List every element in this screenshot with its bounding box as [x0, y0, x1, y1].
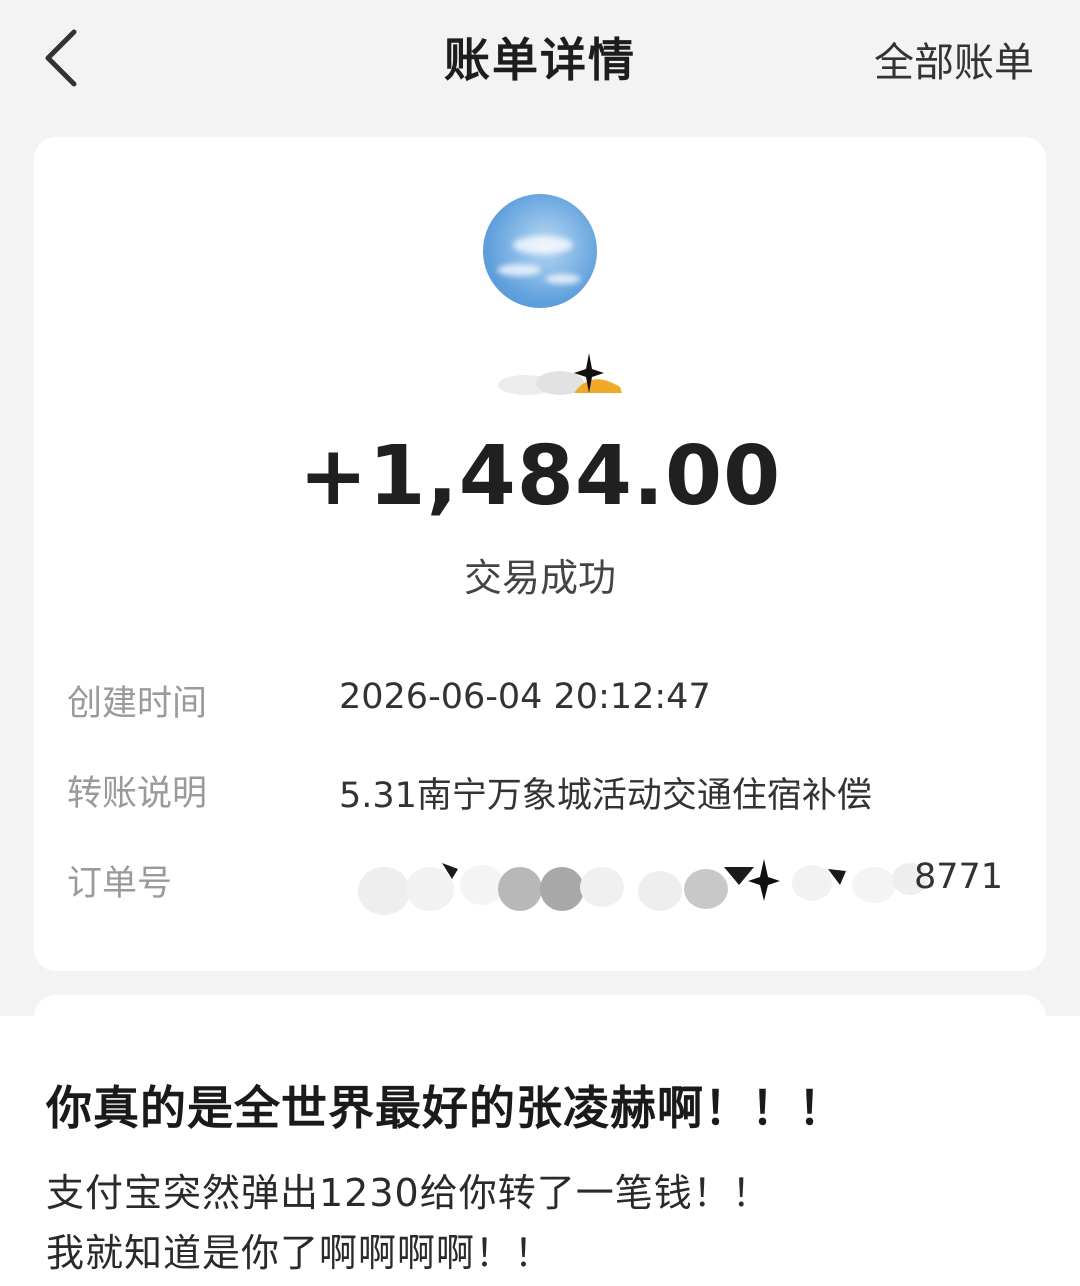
top-nav-bar: 账单详情 全部账单 — [0, 0, 1080, 120]
caption-line-2: 我就知道是你了啊啊啊啊！！ — [46, 1231, 554, 1275]
order-number-label: 订单号 — [67, 864, 173, 904]
order-number-redaction — [358, 859, 928, 915]
transfer-note-label: 转账说明 — [67, 774, 208, 814]
caption-title: 你真的是全世界最好的张凌赫啊！！！ — [46, 1081, 845, 1135]
bill-detail-card: +1,484.00 交易成功 创建时间 2026-06-04 20:12:47 … — [34, 137, 1046, 971]
all-bills-link[interactable]: 全部账单 — [874, 30, 1034, 88]
created-time-label: 创建时间 — [67, 684, 208, 724]
created-time-value: 2026-06-04 20:12:47 — [339, 677, 711, 717]
caption-line-1: 支付宝突然弹出1230给你转了一笔钱！！ — [46, 1171, 771, 1215]
transaction-amount: +1,484.00 — [298, 429, 782, 524]
order-number-value: 8771 — [914, 857, 1004, 897]
caption-panel: 你真的是全世界最好的张凌赫啊！！！ 支付宝突然弹出1230给你转了一笔钱！！ 我… — [0, 1016, 1080, 1286]
avatar[interactable] — [483, 194, 597, 308]
transaction-status: 交易成功 — [463, 556, 616, 600]
transfer-note-value: 5.31南宁万象城活动交通住宿补偿 — [339, 776, 872, 816]
name-redaction-sticker — [498, 353, 622, 395]
